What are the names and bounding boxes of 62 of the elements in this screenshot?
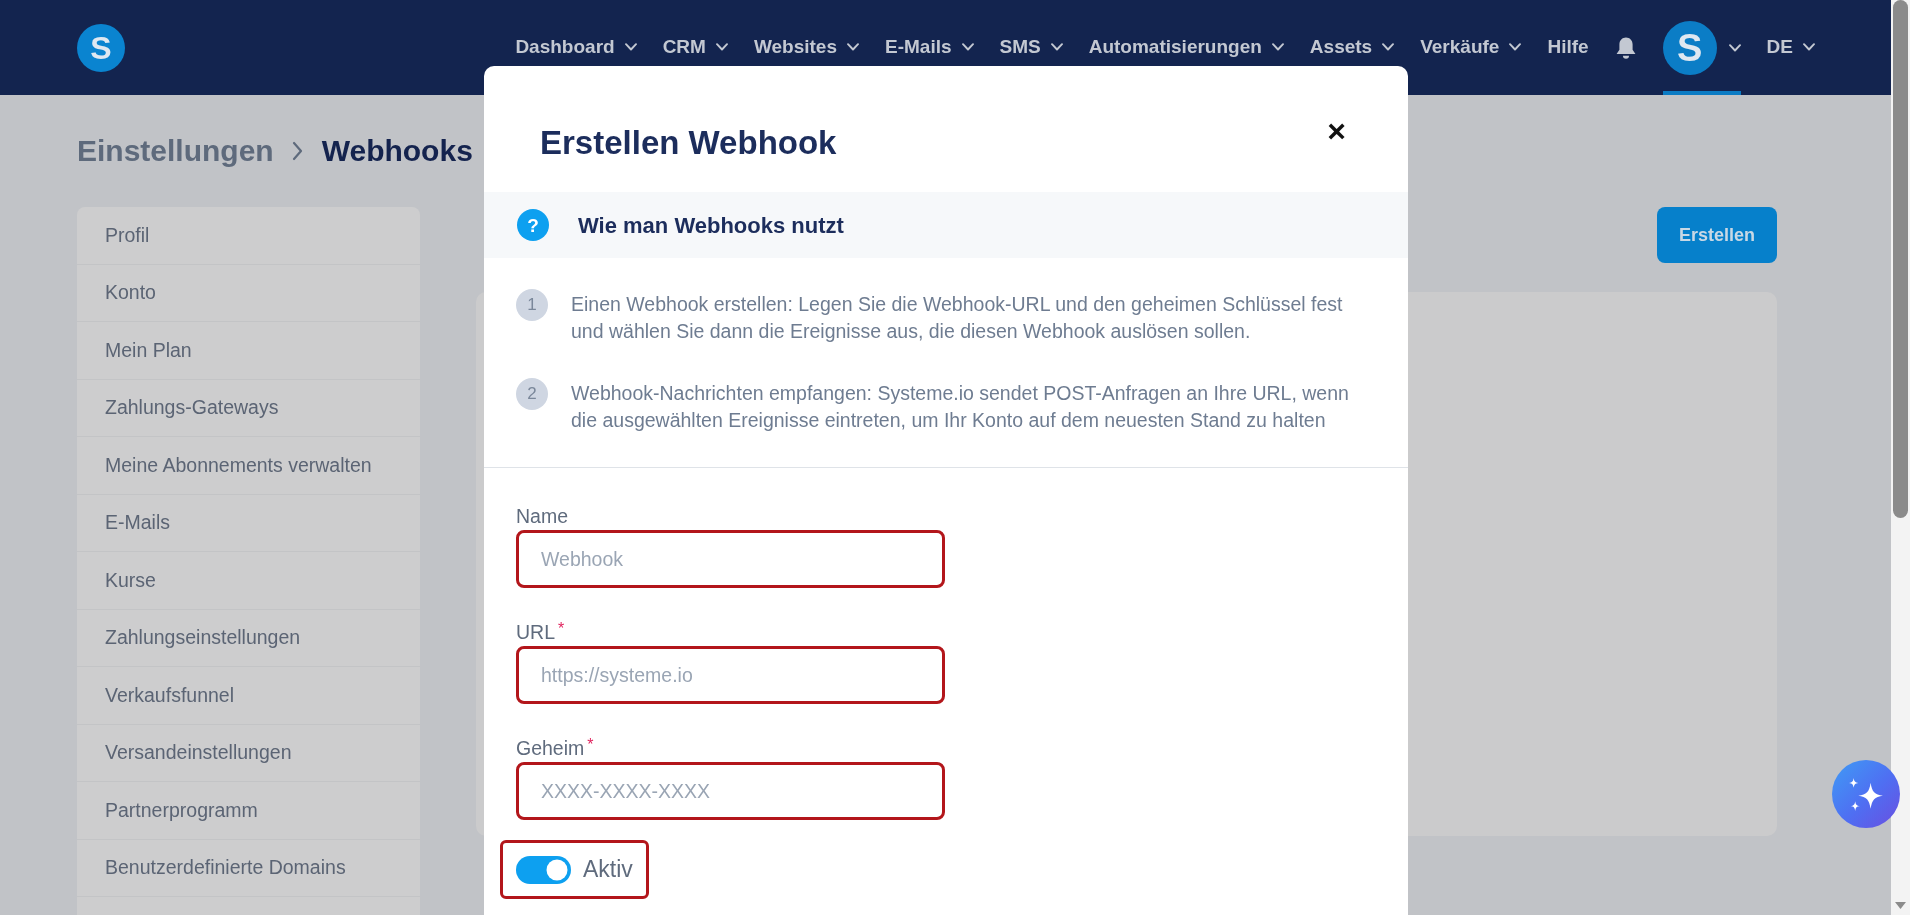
close-button[interactable]: × bbox=[1323, 118, 1350, 144]
text-input[interactable]: Webhook bbox=[516, 530, 945, 588]
sidebar-item[interactable]: Meine Abonnements verwalten bbox=[77, 437, 420, 495]
chevron-down-icon bbox=[624, 43, 637, 52]
bell-icon[interactable] bbox=[1614, 35, 1637, 60]
create-button[interactable]: Erstellen bbox=[1656, 207, 1777, 263]
required-marker: * bbox=[587, 737, 594, 755]
sidebar-item[interactable]: Mein Plan bbox=[77, 322, 420, 380]
chevron-right-icon bbox=[291, 141, 304, 161]
step-text: Einen Webhook erstellen: Legen Sie die Webhook-URL und den geheimen Schlüssel fest und wählen Sie dann die Ereignisse aus, die diesen Webhook auslösen sollen. bbox=[571, 292, 1344, 344]
nav-link[interactable]: Hilfe bbox=[1547, 36, 1589, 59]
text-input[interactable]: https://systeme.io bbox=[516, 646, 945, 704]
sidebar-item[interactable]: Partnerprogramm bbox=[77, 782, 420, 840]
scrollbar-track[interactable] bbox=[1891, 0, 1910, 915]
breadcrumb-link[interactable]: Einstellungen bbox=[77, 133, 274, 169]
sidebar-item[interactable]: Zahlungseinstellungen bbox=[77, 609, 420, 667]
nav-menu-button[interactable]: Dashboard bbox=[515, 36, 637, 59]
chevron-down-icon bbox=[1509, 43, 1522, 52]
help-icon: ? bbox=[517, 209, 549, 241]
nav-menu-button[interactable]: CRM bbox=[662, 36, 728, 59]
scrollbar-thumb[interactable] bbox=[1893, 0, 1908, 518]
chevron-down-icon bbox=[847, 43, 859, 52]
chevron-down-icon bbox=[1728, 43, 1741, 52]
sparkle-icon bbox=[1848, 777, 1884, 811]
sidebar-item[interactable]: Versandeinstellungen bbox=[77, 724, 420, 782]
sidebar-item[interactable]: Profil bbox=[77, 207, 420, 265]
nav-menu-button[interactable]: Websites bbox=[753, 36, 859, 59]
chevron-down-icon bbox=[1803, 43, 1815, 52]
sidebar-item[interactable]: E-Mails bbox=[77, 494, 420, 552]
sidebar-item[interactable]: Benutzerdefinierte Domains bbox=[77, 839, 420, 897]
nav-menu-button[interactable]: Assets bbox=[1309, 36, 1395, 59]
account-menu-button[interactable]: S bbox=[1662, 0, 1741, 95]
chevron-down-icon bbox=[1382, 43, 1395, 52]
sidebar-item[interactable]: Konto bbox=[77, 264, 420, 322]
text-input[interactable]: XXXX-XXXX-XXXX bbox=[516, 762, 945, 820]
chevron-down-icon bbox=[961, 43, 974, 52]
step-number: 1 bbox=[516, 289, 548, 321]
nav-menu-button[interactable]: E-Mails bbox=[885, 36, 974, 59]
required-marker: * bbox=[558, 621, 565, 639]
step-number: 2 bbox=[516, 378, 548, 410]
active-switch[interactable] bbox=[516, 855, 571, 884]
scroll-down-arrow-icon[interactable] bbox=[1895, 902, 1906, 909]
help-title: Wie man Webhooks nutzt bbox=[578, 211, 844, 240]
nav-menu-button[interactable]: Automatisierungen bbox=[1088, 36, 1284, 59]
sidebar-item[interactable]: Verkaufsfunnel bbox=[77, 667, 420, 725]
breadcrumb-current: Webhooks bbox=[321, 133, 473, 169]
logo[interactable]: S bbox=[77, 23, 125, 72]
field-label: Name bbox=[516, 505, 569, 527]
avatar: S bbox=[1662, 20, 1717, 75]
chevron-down-icon bbox=[715, 43, 728, 52]
chevron-down-icon bbox=[1050, 43, 1063, 52]
language-button[interactable]: DE bbox=[1766, 36, 1815, 59]
nav-menu-button[interactable]: SMS bbox=[999, 36, 1063, 59]
sidebar-item[interactable]: Kurse bbox=[77, 552, 420, 610]
dialog-title: Erstellen Webhook bbox=[540, 123, 837, 163]
step-text: Webhook-Nachrichten empfangen: Systeme.io sendet POST-Anfragen an Ihre URL, wenn die ausgewählten Ereignisse eintreten, um Ihr Konto auf dem neuesten Stand zu halten bbox=[571, 381, 1350, 433]
sidebar-item[interactable]: Zahlungs-Gateways bbox=[77, 379, 420, 437]
field-label: Geheim bbox=[516, 737, 585, 759]
chevron-down-icon bbox=[1271, 43, 1284, 52]
field-label: URL bbox=[516, 621, 555, 643]
switch-label: Aktiv bbox=[583, 855, 633, 885]
nav-menu-button[interactable]: Verkäufe bbox=[1420, 36, 1522, 59]
